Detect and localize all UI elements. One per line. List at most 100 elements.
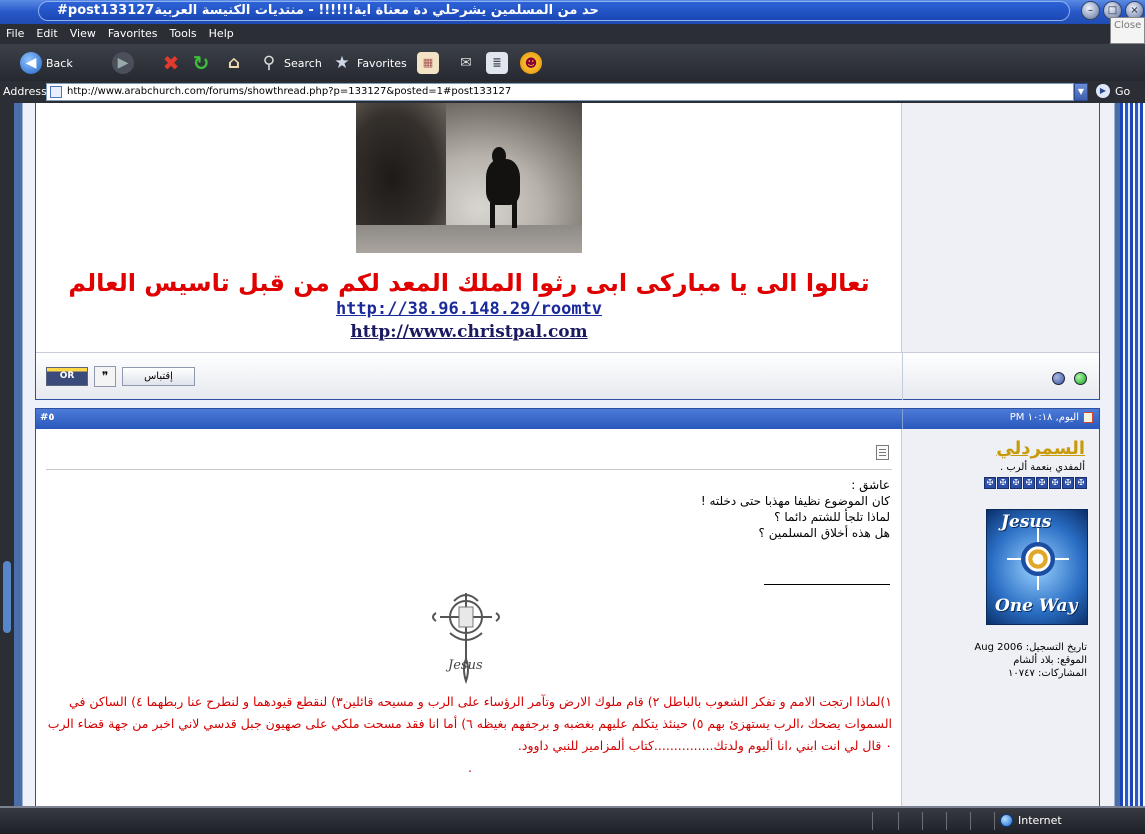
rank-star-icon: ✠ — [1010, 477, 1022, 489]
refresh-icon: ↻ — [192, 51, 210, 75]
svg-text:Jesus: Jesus — [445, 658, 483, 673]
post-date: اليوم, ١٠:١٨ PM — [1010, 412, 1093, 423]
signature-separator — [764, 584, 890, 585]
divider — [46, 469, 892, 470]
history-icon: ▦ — [417, 52, 439, 74]
address-label: Address — [3, 85, 47, 98]
signature-text: ١)لماذا ارتجت الامم و تفكر الشعوب بالباط… — [46, 691, 892, 779]
browser-toolbar: ◀ Back ▶ ✖ ↻ ⌂ ⚲ Search ★ Favorites ▦ ✉ … — [0, 44, 1145, 81]
rank-star-icon: ✠ — [1075, 477, 1087, 489]
stop-button[interactable]: ✖ — [160, 49, 186, 77]
post-date-icon — [1083, 412, 1093, 423]
print-button[interactable]: ≣ — [486, 49, 512, 77]
message-line: عاشق : — [851, 478, 890, 492]
messenger-button[interactable]: ☻ — [520, 49, 546, 77]
mail-button[interactable]: ✉ — [455, 49, 481, 77]
username-link[interactable]: السمردلي — [996, 438, 1085, 459]
signature-heading: تعالوا الى يا مباركى ابى رثوا الملك المع… — [68, 269, 870, 297]
multiquote-button[interactable]: ❞ — [94, 366, 116, 387]
home-button[interactable]: ⌂ — [223, 49, 249, 77]
page-border-decoration — [1120, 103, 1145, 806]
zone-label: Internet — [1018, 814, 1062, 827]
minimize-button[interactable]: – — [1081, 1, 1100, 20]
post-footer: OR ❞ إقتباس — [36, 352, 1099, 400]
scrollbar[interactable] — [0, 103, 14, 806]
menu-favorites[interactable]: Favorites — [102, 24, 164, 40]
go-button[interactable]: ▶ Go — [1096, 84, 1130, 98]
lamb-image — [356, 103, 582, 253]
menu-file[interactable]: File — [0, 24, 30, 40]
page-viewport: تعالوا الى يا مباركى ابى رثوا الملك المع… — [0, 103, 1145, 806]
scrollbar-thumb[interactable] — [3, 561, 11, 633]
post-previous: تعالوا الى يا مباركى ابى رثوا الملك المع… — [35, 103, 1100, 400]
post-header: #٥ اليوم, ١٠:١٨ PM — [36, 409, 1099, 429]
address-bar: Address http://www.arabchurch.com/forums… — [0, 81, 1145, 103]
search-icon: ⚲ — [262, 53, 276, 73]
mail-icon: ✉ — [460, 55, 472, 71]
rank-star-icon: ✠ — [984, 477, 996, 489]
stop-icon: ✖ — [162, 51, 180, 75]
messenger-icon: ☻ — [520, 52, 542, 74]
online-status-button[interactable]: OR — [46, 367, 88, 386]
search-button[interactable]: ⚲ Search — [258, 49, 322, 77]
post-count: المشاركات: ١٠٧٤٧ — [1007, 668, 1087, 679]
address-dropdown-button[interactable]: ▼ — [1074, 83, 1088, 101]
menu-edit[interactable]: Edit — [30, 24, 63, 40]
back-label: Back — [46, 56, 73, 70]
quote-button[interactable]: إقتباس — [122, 367, 195, 386]
refresh-button[interactable]: ↻ — [190, 49, 216, 77]
post-message: عاشق : كان الموضوع نظيفا مهذبا حتى دخلته… — [701, 477, 890, 541]
print-icon: ≣ — [486, 52, 508, 74]
post-user-column — [902, 103, 1099, 352]
user-offline-icon — [1052, 372, 1065, 385]
avatar-text-top: Jesus — [1001, 512, 1052, 532]
back-arrow-icon: ◀ — [20, 52, 42, 74]
message-line: لماذا تلجأ للشتم دائما ؟ — [774, 510, 890, 524]
search-label: Search — [284, 56, 322, 70]
rank-star-icon: ✠ — [1036, 477, 1048, 489]
menu-tools[interactable]: Tools — [164, 24, 203, 40]
title-bar: #post133127حد من المسلمين يشرحلي دة معنا… — [0, 0, 1145, 24]
history-button[interactable]: ▦ — [417, 49, 443, 77]
internet-globe-icon — [1000, 814, 1013, 827]
rank-star-icon: ✠ — [1049, 477, 1061, 489]
rank-star-icon: ✠ — [997, 477, 1009, 489]
forward-button[interactable]: ▶ — [112, 49, 138, 77]
signature-dot: . — [468, 760, 472, 775]
user-location: الموقع: بلاد ألشام — [1013, 655, 1087, 666]
window-title: #post133127حد من المسلمين يشرحلي دة معنا… — [38, 1, 1070, 21]
forward-arrow-icon: ▶ — [112, 52, 134, 74]
menu-bar: File Edit View Favorites Tools Help — [0, 24, 1145, 44]
signature-link-roomtv[interactable]: http://38.96.148.29/roomtv — [36, 299, 902, 319]
post-icon — [876, 445, 889, 460]
jesus-cross-image: Jesus — [432, 593, 500, 685]
address-url: http://www.arabchurch.com/forums/showthr… — [67, 86, 512, 97]
avatar-text-bottom: One Way — [995, 596, 1078, 616]
post-user-column: السمردلي ألمفدي بنعمة ألرب . ✠ ✠ ✠ ✠ ✠ ✠… — [902, 429, 1099, 806]
close-tooltip: Close — [1110, 17, 1145, 44]
back-button[interactable]: ◀ Back — [20, 49, 73, 77]
favorites-label: Favorites — [357, 56, 407, 70]
post-date-text: اليوم, ١٠:١٨ PM — [1009, 412, 1079, 423]
signature-link-christpal[interactable]: http://www.christpal.com — [36, 322, 902, 342]
user-title: ألمفدي بنعمة ألرب . — [1000, 462, 1085, 473]
address-input[interactable]: http://www.arabchurch.com/forums/showthr… — [46, 83, 1074, 101]
multiquote-icon: ❞ — [101, 369, 109, 383]
post-body: عاشق : كان الموضوع نظيفا مهذبا حتى دخلته… — [36, 429, 902, 806]
favorites-button[interactable]: ★ Favorites — [331, 49, 407, 77]
menu-view[interactable]: View — [64, 24, 102, 40]
favorites-star-icon: ★ — [334, 53, 350, 73]
post-number-link[interactable]: #٥ — [40, 412, 55, 423]
security-zone: Internet — [1000, 814, 1062, 827]
message-line: هل هذه أخلاق المسلمين ؟ — [758, 526, 890, 540]
rank-star-icon: ✠ — [1062, 477, 1074, 489]
message-line: كان الموضوع نظيفا مهذبا حتى دخلته ! — [700, 494, 890, 508]
post-5: #٥ اليوم, ١٠:١٨ PM عاشق : كان الموضوع نظ… — [35, 408, 1100, 806]
menu-help[interactable]: Help — [203, 24, 240, 40]
join-date: تاريخ التسجيل: Aug 2006 — [974, 642, 1087, 653]
go-arrow-icon: ▶ — [1096, 84, 1110, 98]
signature-verse: ١)لماذا ارتجت الامم و تفكر الشعوب بالباط… — [47, 694, 892, 753]
rank-star-icon: ✠ — [1023, 477, 1035, 489]
user-online-icon — [1074, 372, 1087, 385]
post-body: تعالوا الى يا مباركى ابى رثوا الملك المع… — [36, 103, 902, 352]
